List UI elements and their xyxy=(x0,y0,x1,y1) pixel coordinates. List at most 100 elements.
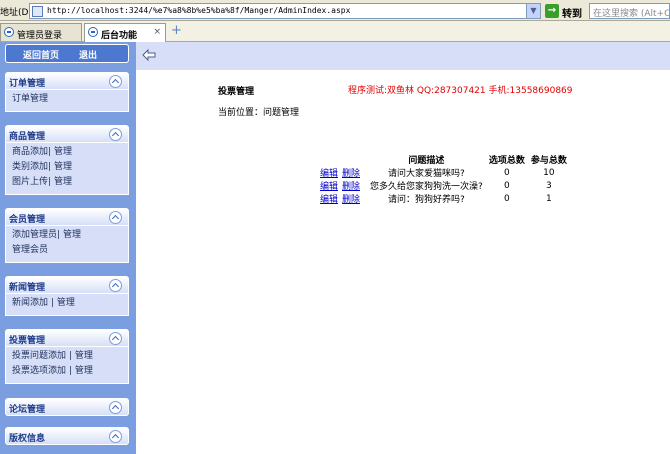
question-table: 问题描述 选项总数 参与总数 编辑 删除 请问大家爱猫咪吗? 0 10 编辑 删除 … xyxy=(320,152,570,206)
sidebar-link-add-category[interactable]: 类别添加 xyxy=(12,162,48,172)
close-icon[interactable]: × xyxy=(153,27,161,37)
delete-link[interactable]: 删除 xyxy=(342,182,360,192)
expand-icon[interactable] xyxy=(109,430,122,443)
question-cell: 您多久给您家狗狗洗一次澡? xyxy=(370,182,483,192)
options-cell: 0 xyxy=(503,193,510,204)
separator: | xyxy=(68,351,72,361)
tab-label: 后台功能 xyxy=(101,31,138,41)
column-header-question: 问题描述 xyxy=(408,155,445,166)
developer-info: 程序测试:双鱼林 QQ:287307421 手机:13558690869 xyxy=(348,86,573,96)
tab-bar: 管理员登录 后台功能 × + xyxy=(0,21,670,42)
group-title: 投票管理 xyxy=(9,336,46,346)
address-label: 地址(D) xyxy=(0,8,32,18)
url-text: http://localhost:3244/%e7%a8%8b%e5%ba%8f… xyxy=(47,6,351,15)
main-toolbar xyxy=(136,42,670,70)
sidebar-link-manage-news[interactable]: 管理 xyxy=(57,298,75,308)
sidebar-link-manage-product[interactable]: 管理 xyxy=(54,147,72,157)
group-header[interactable]: 投票管理 xyxy=(5,329,129,347)
sidebar-link-manage-members[interactable]: 管理会员 xyxy=(12,245,48,255)
edit-link[interactable]: 编辑 xyxy=(320,195,338,205)
separator: | xyxy=(48,162,52,172)
sidebar-link-orders[interactable]: 订单管理 xyxy=(12,94,48,104)
main-content: 投票管理 程序测试:双鱼林 QQ:287307421 手机:1355869086… xyxy=(136,42,670,454)
question-cell: 请问：狗狗好养吗? xyxy=(388,195,465,205)
sidebar-link-add-question[interactable]: 投票问题添加 xyxy=(12,351,66,361)
separator: | xyxy=(68,366,72,376)
group-header[interactable]: 订单管理 xyxy=(5,72,129,90)
sidebar-link-manage-option[interactable]: 管理 xyxy=(75,366,93,376)
column-header-actions xyxy=(320,152,367,166)
delete-link[interactable]: 删除 xyxy=(342,169,360,179)
arrow-right-icon: → xyxy=(545,4,559,18)
group-votes: 投票管理 投票问题添加 | 管理 投票选项添加 | 管理 xyxy=(5,329,129,384)
sidebar-link-add-product[interactable]: 商品添加 xyxy=(12,147,48,157)
group-header[interactable]: 版权信息 xyxy=(5,427,129,445)
group-title: 版权信息 xyxy=(9,434,46,444)
collapse-icon[interactable] xyxy=(109,279,122,292)
collapse-icon[interactable] xyxy=(109,128,122,141)
sidebar-link-manage-question[interactable]: 管理 xyxy=(75,351,93,361)
group-body: 商品添加| 管理 类别添加| 管理 图片上传| 管理 xyxy=(5,143,129,195)
group-title: 论坛管理 xyxy=(9,405,46,415)
tab-admin-login[interactable]: 管理员登录 xyxy=(0,23,82,41)
address-bar: 地址(D) http://localhost:3244/%e7%a8%8b%e5… xyxy=(0,0,670,21)
tab-label: 管理员登录 xyxy=(17,31,63,41)
sidebar-link-upload-image[interactable]: 图片上传 xyxy=(12,177,48,187)
sidebar-link-manage-image[interactable]: 管理 xyxy=(54,177,72,187)
sidebar-link-manage-admin[interactable]: 管理 xyxy=(63,230,81,240)
group-body: 订单管理 xyxy=(5,90,129,112)
tab-backend[interactable]: 后台功能 × xyxy=(84,23,166,42)
page-icon xyxy=(32,6,43,17)
go-button[interactable]: → 转到 xyxy=(545,3,585,20)
search-input[interactable]: 在这里搜索 (Alt+C) xyxy=(589,3,670,19)
group-news: 新闻管理 新闻添加 | 管理 xyxy=(5,276,129,316)
sidebar-link-add-admin[interactable]: 添加管理员 xyxy=(12,230,57,240)
column-header-options: 选项总数 xyxy=(488,155,525,166)
group-copyright: 版权信息 xyxy=(5,427,129,445)
logout-link[interactable]: 退出 xyxy=(79,48,97,61)
group-header[interactable]: 商品管理 xyxy=(5,125,129,143)
participants-cell: 1 xyxy=(545,193,552,204)
group-products: 商品管理 商品添加| 管理 类别添加| 管理 图片上传| 管理 xyxy=(5,125,129,195)
top-nav: 返回首页 退出 xyxy=(5,44,129,63)
table-header-row: 问题描述 选项总数 参与总数 xyxy=(320,152,570,166)
group-body: 新闻添加 | 管理 xyxy=(5,294,129,316)
separator: | xyxy=(48,147,52,157)
column-header-participants: 参与总数 xyxy=(530,155,567,166)
sidebar: 返回首页 退出 订单管理 订单管理 商品管理 商品添加| 管理 类别添加| 管理… xyxy=(0,42,136,454)
separator: | xyxy=(50,298,54,308)
edit-link[interactable]: 编辑 xyxy=(320,182,338,192)
expand-icon[interactable] xyxy=(109,401,122,414)
delete-link[interactable]: 删除 xyxy=(342,195,360,205)
breadcrumb: 当前位置：问题管理 xyxy=(218,108,300,118)
collapse-icon[interactable] xyxy=(109,75,122,88)
sidebar-link-manage-category[interactable]: 管理 xyxy=(54,162,72,172)
home-link[interactable]: 返回首页 xyxy=(23,48,59,61)
sidebar-link-add-option[interactable]: 投票选项添加 xyxy=(12,366,66,376)
group-body: 投票问题添加 | 管理 投票选项添加 | 管理 xyxy=(5,347,129,384)
group-members: 会员管理 添加管理员| 管理 管理会员 xyxy=(5,208,129,263)
options-cell: 0 xyxy=(503,180,510,191)
question-cell: 请问大家爱猫咪吗? xyxy=(388,169,465,179)
edit-link[interactable]: 编辑 xyxy=(320,169,338,179)
group-header[interactable]: 会员管理 xyxy=(5,208,129,226)
group-header[interactable]: 论坛管理 xyxy=(5,398,129,416)
collapse-icon[interactable] xyxy=(109,332,122,345)
back-arrow-icon[interactable] xyxy=(142,48,156,62)
new-tab-icon[interactable]: + xyxy=(170,24,183,38)
group-header[interactable]: 新闻管理 xyxy=(5,276,129,294)
sidebar-link-add-news[interactable]: 新闻添加 xyxy=(12,298,48,308)
group-body: 添加管理员| 管理 管理会员 xyxy=(5,226,129,263)
group-title: 会员管理 xyxy=(9,215,46,225)
table-row: 编辑 删除 您多久给您家狗狗洗一次澡? 0 3 xyxy=(320,179,570,193)
url-input[interactable]: http://localhost:3244/%e7%a8%8b%e5%ba%8f… xyxy=(29,3,541,19)
chevron-down-icon[interactable]: ▼ xyxy=(526,4,540,18)
ie-icon xyxy=(4,27,14,37)
collapse-icon[interactable] xyxy=(109,211,122,224)
go-label: 转到 xyxy=(562,9,582,20)
group-orders: 订单管理 订单管理 xyxy=(5,72,129,112)
group-title: 新闻管理 xyxy=(9,283,46,293)
participants-cell: 10 xyxy=(543,167,555,178)
group-title: 订单管理 xyxy=(9,79,46,89)
group-forum: 论坛管理 xyxy=(5,398,129,416)
